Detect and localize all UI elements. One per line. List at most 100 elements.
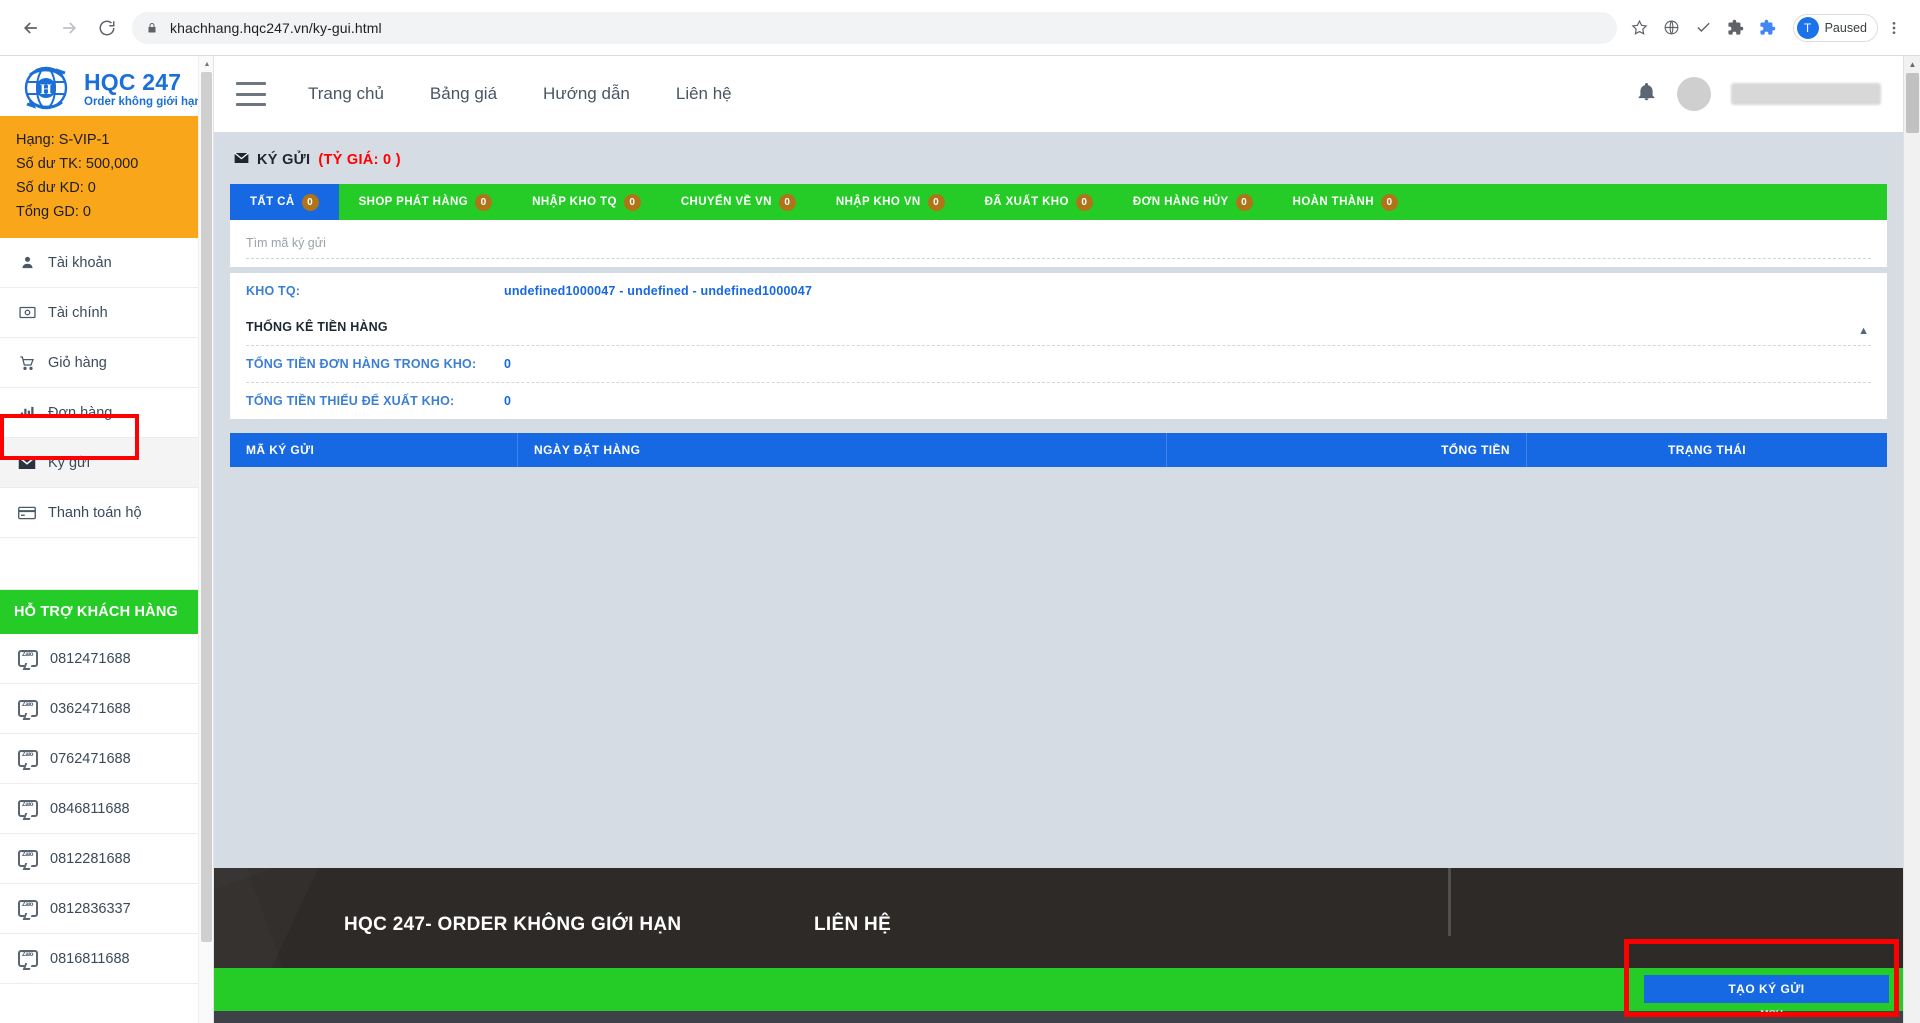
puzzle-blue-icon[interactable] [1753,13,1783,43]
address-bar[interactable]: khachhang.hqc247.vn/ky-gui.html [132,11,1617,44]
sidebar-item-tai-khoan[interactable]: Tài khoản [0,238,213,289]
stat-row-missing-to-export: TỔNG TIỀN THIẾU ĐỂ XUẤT KHO: 0 [230,383,1887,419]
sidebar-scroll-thumb[interactable] [201,72,212,942]
money-bill-icon [18,305,36,320]
column-header-tong-tien[interactable]: TỔNG TIỀN [1167,433,1527,467]
stat-value: 0 [504,394,512,408]
column-header-ngay-dat-hang[interactable]: NGÀY ĐẶT HÀNG [518,433,1167,467]
warehouse-value[interactable]: undefined1000047 - undefined - undefined… [504,284,812,298]
sidebar-item-thanh-toan-ho[interactable]: Thanh toán hộ [0,488,213,539]
warehouse-row: KHO TQ: undefined1000047 - undefined - u… [230,273,1887,309]
zalo-icon [18,750,38,768]
tab-label: HOÀN THÀNH [1292,196,1374,208]
nav-link-huong-dan[interactable]: Hướng dẫn [543,84,630,104]
support-phone-number: 0762471688 [50,750,131,767]
zalo-icon [18,700,38,718]
window-scrollbar[interactable]: ▲ [1903,56,1920,1023]
forward-arrow-icon[interactable] [50,9,88,47]
user-avatar[interactable] [1677,77,1711,111]
status-tabs: TẤT CẢ 0 SHOP PHÁT HÀNG 0 NHẬP KHO TQ 0 … [230,184,1887,220]
envelope-icon [234,152,249,168]
column-header-ma-ky-gui[interactable]: MÃ KÝ GỬI [230,433,518,467]
shopping-cart-icon [18,355,36,371]
support-phone-item[interactable]: 0812471688 [0,634,213,685]
bottom-status-text: MCH [1760,1009,1783,1020]
globe-logo-icon: H [18,61,74,117]
tab-nhap-kho-tq[interactable]: NHẬP KHO TQ 0 [512,184,661,220]
column-header-trang-thai[interactable]: TRẠNG THÁI [1527,433,1887,467]
sidebar-item-label: Đơn hàng [48,404,113,421]
tab-da-xuat-kho[interactable]: ĐÃ XUẤT KHO 0 [965,184,1113,220]
footer-contact-label: LIÊN HỆ [814,914,892,935]
back-arrow-icon[interactable] [12,9,50,47]
window-scroll-thumb[interactable] [1906,73,1919,133]
support-phone-item[interactable]: 0816811688 [0,934,213,985]
tab-nhap-kho-vn[interactable]: NHẬP KHO VN 0 [816,184,965,220]
create-consignment-button[interactable]: TẠO KÝ GỬI [1644,975,1889,1003]
nav-link-bang-gia[interactable]: Bảng giá [430,84,497,104]
sidebar-item-don-hang[interactable]: Đơn hàng [0,388,213,439]
paused-label: Paused [1824,20,1867,35]
tab-don-hang-huy[interactable]: ĐƠN HÀNG HỦY 0 [1113,184,1273,220]
tab-label: CHUYỂN VỀ VN [680,196,772,208]
tab-count-badge: 0 [1075,193,1093,211]
tab-tat-ca[interactable]: TẤT CẢ 0 [230,184,339,220]
extensions-puzzle-icon[interactable] [1721,13,1751,43]
profile-avatar: T [1796,16,1819,39]
address-bar-url: khachhang.hqc247.vn/ky-gui.html [170,19,382,36]
sidebar-item-label: Ký gửi [48,454,90,471]
sidebar-item-tai-chinh[interactable]: Tài chính [0,288,213,339]
reload-icon[interactable] [88,9,126,47]
extension-globe-icon[interactable] [1657,13,1687,43]
support-phone-item[interactable]: 0762471688 [0,734,213,785]
tab-shop-phat-hang[interactable]: SHOP PHÁT HÀNG 0 [339,184,513,220]
scroll-up-icon[interactable]: ▲ [199,56,213,72]
nav-link-trang-chu[interactable]: Trang chủ [308,84,384,104]
sidebar-item-ky-gui[interactable]: Ký gửi [0,438,213,489]
profile-paused-button[interactable]: T Paused [1792,13,1878,42]
tab-label: ĐƠN HÀNG HỦY [1132,196,1229,208]
caret-up-icon[interactable]: ▲ [1858,325,1869,337]
warehouse-info-card: KHO TQ: undefined1000047 - undefined - u… [230,273,1887,419]
account-balance-kd: Số dư KD: 0 [16,180,96,197]
top-navigation-bar: Trang chủ Bảng giá Hướng dẫn Liên hệ [214,56,1903,132]
tab-count-badge: 0 [778,193,796,211]
zalo-icon [18,900,38,918]
scroll-up-icon[interactable]: ▲ [1904,56,1920,73]
sidebar-item-gio-hang[interactable]: Giỏ hàng [0,338,213,389]
checkmark-icon[interactable] [1689,13,1719,43]
notification-bell-icon[interactable] [1636,81,1657,107]
search-input[interactable] [246,228,1871,258]
brand-logo[interactable]: H HQC 247 Order không giới hạn [0,56,213,116]
account-summary-panel: Hạng: S-VIP-1 Số dư TK: 500,000 Số dư KD… [0,116,213,239]
support-phone-item[interactable]: 0812281688 [0,834,213,885]
brand-name: HQC 247 [84,68,182,95]
page-viewport: H HQC 247 Order không giới hạn Hạng: S-V… [0,56,1920,1023]
sidebar-scrollbar[interactable]: ▲ [198,56,213,1023]
support-phone-item[interactable]: 0362471688 [0,684,213,735]
support-phone-item[interactable]: 0812836337 [0,884,213,935]
content-area: KÝ GỬI (TỶ GIÁ: 0 ) TẤT CẢ 0 SHOP PHÁT H… [214,132,1903,467]
browser-toolbar: khachhang.hqc247.vn/ky-gui.html T Paused [0,0,1920,56]
warehouse-label: KHO TQ: [246,284,301,298]
consignment-table-header: MÃ KÝ GỬI NGÀY ĐẶT HÀNG TỔNG TIỀN TRẠNG … [230,433,1887,467]
hamburger-menu-icon[interactable] [236,82,266,106]
support-phone-item[interactable]: 0846811688 [0,784,213,835]
sidebar-gap [0,538,213,591]
nav-link-lien-he[interactable]: Liên hệ [676,84,732,104]
stats-title-text: THỐNG KÊ TIỀN HÀNG [246,320,388,334]
bottom-status-strip: MCH [214,1009,1903,1023]
sidebar: H HQC 247 Order không giới hạn Hạng: S-V… [0,56,214,1023]
support-phone-number: 0812836337 [50,900,131,917]
stats-section-title: THỐNG KÊ TIỀN HÀNG [230,309,1887,345]
tab-hoan-thanh[interactable]: HOÀN THÀNH 0 [1273,184,1418,220]
top-bar-right [1636,77,1881,111]
three-dots-menu-icon[interactable] [1880,13,1908,43]
tab-label: TẤT CẢ [250,196,295,208]
tab-chuyen-ve-vn[interactable]: CHUYỂN VỀ VN 0 [661,184,816,220]
account-rank: Hạng: S-VIP-1 [16,132,110,148]
page-title-rate: (TỶ GIÁ: 0 ) [318,152,401,168]
stat-label: TỔNG TIỀN THIẾU ĐỂ XUẤT KHO: [246,394,455,408]
bookmark-star-icon[interactable] [1625,13,1655,43]
support-section-title: HỖ TRỢ KHÁCH HÀNG [0,590,213,635]
